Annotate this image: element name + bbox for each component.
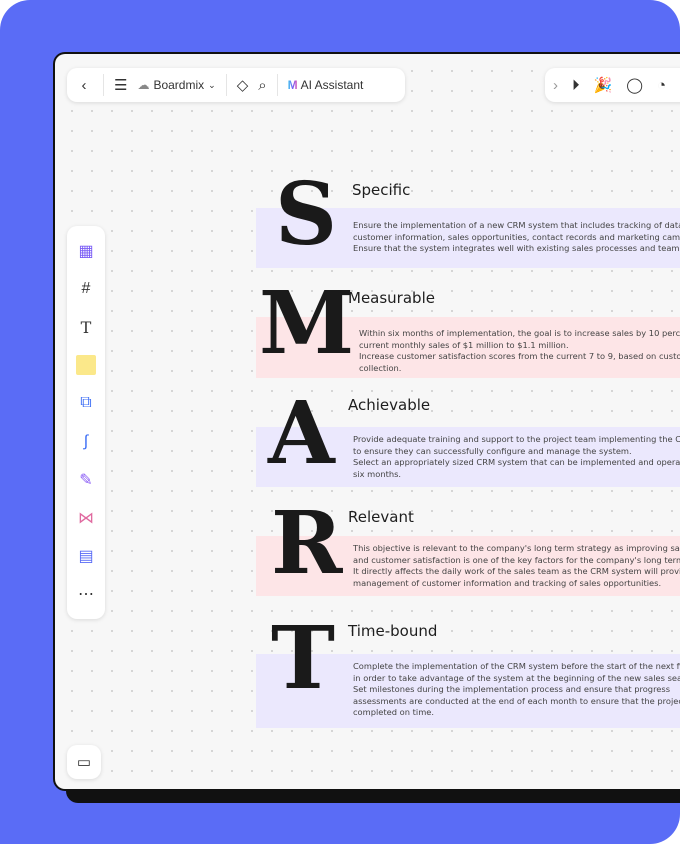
mindmap-icon[interactable]: ⋈ [73,505,99,531]
sticky-note-icon[interactable] [73,352,99,378]
text-icon[interactable]: T [73,314,99,340]
letter-m: M [259,273,355,374]
right-toolbar: › ⏵ 🎉 ◯ ◔ [545,68,680,102]
menu-icon[interactable]: ☰ [114,76,127,94]
divider [103,74,104,96]
relevant-title: Relevant [348,508,414,526]
letter-s: S [275,164,338,265]
specific-title: Specific [352,181,411,199]
tag-icon[interactable]: ◇ [237,76,249,94]
measurable-title: Measurable [348,289,435,307]
timer-icon[interactable]: ◔ [657,77,666,94]
templates-icon[interactable]: ▦ [73,238,99,264]
frame-icon[interactable]: # [73,276,99,302]
achievable-title: Achievable [348,396,431,414]
measurable-text: Within six months of implementation, the… [359,328,680,373]
board-name: Boardmix [153,78,205,92]
left-toolbar: ▦ # T ⧉ ∫ ✎ ⋈ ▤ ⋯ [67,226,105,619]
celebrate-icon[interactable]: 🎉 [594,76,613,94]
time-bound-text: Complete the implementation of the CRM s… [353,661,680,718]
ai-logo-icon: M [287,78,298,92]
expand-icon[interactable]: › [553,77,558,94]
minimap-button[interactable]: ▭ [67,745,101,779]
more-icon[interactable]: ⋯ [73,581,99,607]
play-icon[interactable]: ⏵ [572,77,580,94]
search-icon[interactable]: ⌕ [258,77,266,94]
pen-icon[interactable]: ✎ [73,467,99,493]
ai-assistant-label: AI Assistant [300,78,364,92]
relevant-text: This objective is relevant to the compan… [353,543,680,588]
ai-assistant-button[interactable]: M AI Assistant [288,78,364,92]
chevron-down-icon: ⌄ [208,79,216,90]
app-window: ‹ ☰ ☁ Boardmix ⌄ ◇ ⌕ M AI Assistant › ⏵ … [53,52,680,791]
achievable-text: Provide adequate training and support to… [353,434,680,479]
comment-icon[interactable]: ◯ [626,76,643,94]
divider [276,74,278,96]
letter-a: A [268,383,335,484]
shape-icon[interactable]: ⧉ [73,390,99,416]
board-name-dropdown[interactable]: ☁ Boardmix ⌄ [137,78,215,92]
divider [225,74,227,96]
map-icon: ▭ [76,754,92,771]
time-bound-title: Time-bound [348,622,438,640]
letter-r: R [271,493,343,594]
letter-t: T [271,608,335,709]
top-toolbar: ‹ ☰ ☁ Boardmix ⌄ ◇ ⌕ M AI Assistant [67,68,405,102]
table-icon[interactable]: ▤ [73,543,99,569]
specific-text: Ensure the implementation of a new CRM s… [353,220,680,254]
back-icon[interactable]: ‹ [75,77,93,94]
connector-icon[interactable]: ∫ [73,429,99,455]
cloud-icon: ☁ [137,78,150,92]
whiteboard-canvas[interactable]: ‹ ☰ ☁ Boardmix ⌄ ◇ ⌕ M AI Assistant › ⏵ … [55,54,680,789]
